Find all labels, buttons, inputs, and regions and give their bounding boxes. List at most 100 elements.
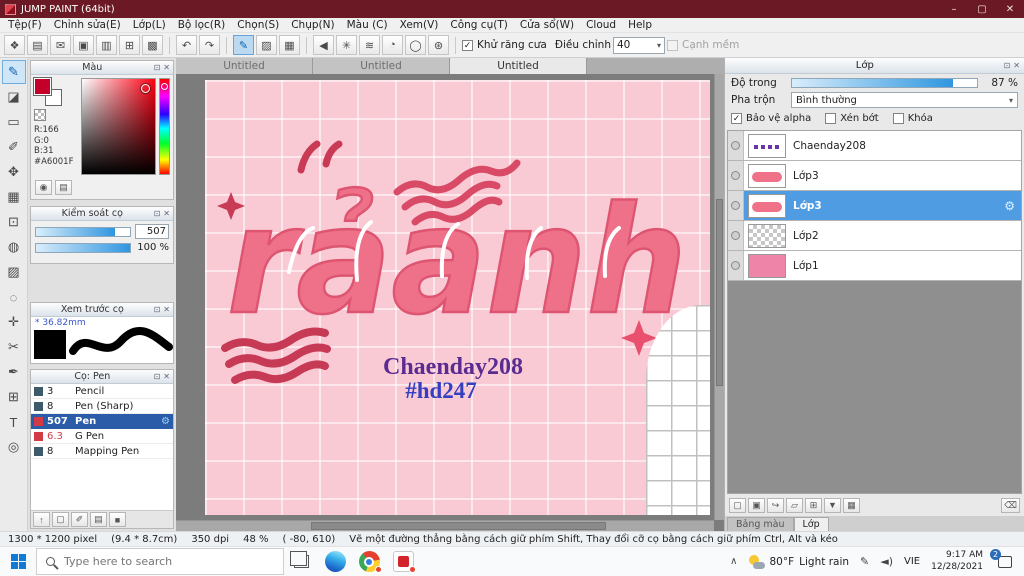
Lớp1[interactable]: Lớp1 [728,251,1021,281]
arrow-shape-icon[interactable]: ◀ [313,35,334,55]
vertical-scrollbar[interactable] [714,74,724,520]
task-view-button[interactable] [284,547,318,576]
canvas-tab[interactable]: Untitled [176,58,313,74]
detach-panel-icon[interactable]: ⊡ [154,63,161,72]
gradient-tool[interactable]: ▨ [2,260,26,284]
hue-marker[interactable] [161,83,168,90]
detach-panel-icon[interactable]: ⊡ [1004,61,1011,70]
grid-edit-icon[interactable]: ⊞ [119,35,140,55]
add-brush-icon[interactable]: ▢ [52,512,69,527]
search-box[interactable] [36,548,284,575]
menu-item[interactable]: Chọn(S) [231,19,285,31]
material-icon[interactable]: ▩ [142,35,163,55]
canvas-page[interactable]: rảanh Chaenday208 #hd247 [205,80,710,515]
menu-item[interactable]: Chụp(N) [285,19,340,31]
volume-icon[interactable]: ◄) [880,555,893,568]
wand-tool[interactable]: ✛ [2,310,26,334]
new-layer-icon[interactable]: ▢ [729,497,746,513]
menu-item[interactable]: Tệp(F) [2,19,48,31]
close-panel-icon[interactable]: ✕ [1013,61,1020,70]
text-tool[interactable]: T [2,410,26,434]
weather-widget[interactable]: 80°F Light rain [748,554,849,569]
transfer-layer-icon[interactable]: ↪ [767,497,784,513]
Chaenday208[interactable]: Chaenday208 [728,131,1021,161]
select-tool[interactable]: ▦ [2,185,26,209]
close-button[interactable]: ✕ [996,0,1024,18]
delete-layer-icon[interactable]: ⌫ [1001,497,1020,513]
eraser-tool[interactable]: ◪ [2,85,26,109]
wave-shape-icon[interactable]: ≋ [359,35,380,55]
layer-visibility-icon[interactable] [728,191,744,220]
brush-menu-icon[interactable]: ▤ [90,512,107,527]
canvas-tab[interactable]: Untitled [450,58,587,74]
zoom-tool[interactable]: ◎ [2,435,26,459]
layer-visibility-icon[interactable] [728,251,744,280]
layer-option-checkbox[interactable]: ✓ Bảo vệ alpha [731,113,811,124]
menu-item[interactable]: Cloud [580,19,622,31]
notification-button[interactable]: 2 [990,548,1016,571]
brush-size-value[interactable]: 507 [135,224,169,239]
Pen (Sharp)[interactable]: 8 Pen (Sharp) [31,399,173,414]
shape-brush-tool[interactable]: ▭ [2,110,26,134]
G Pen[interactable]: 6.3 G Pen [31,429,173,444]
scrollbar-thumb[interactable] [716,198,723,387]
Lớp3[interactable]: Lớp3 [728,161,1021,191]
menu-item[interactable]: Help [622,19,658,31]
horizontal-scrollbar[interactable] [176,520,714,531]
transparent-swatch[interactable] [34,109,46,121]
Mapping Pen[interactable]: 8 Mapping Pen [31,444,173,459]
jumppaint-button[interactable] [386,547,420,576]
brush-size-slider[interactable] [35,226,131,237]
saturation-picker[interactable] [81,78,156,175]
flatten-icon[interactable]: ▦ [843,497,860,513]
detach-panel-icon[interactable]: ⊡ [154,372,161,381]
layer-opacity-slider[interactable] [791,78,978,88]
foreground-color-swatch[interactable] [33,77,52,96]
pages-icon[interactable]: ▥ [96,35,117,55]
close-panel-icon[interactable]: ✕ [163,63,170,72]
halftone-stroke-icon[interactable]: ▦ [279,35,300,55]
move-tool[interactable]: ✥ [2,160,26,184]
brush-opacity-slider[interactable] [35,242,131,253]
color-picker-marker[interactable] [141,84,150,93]
duplicate-layer-icon[interactable]: ▣ [748,497,765,513]
pen-tool[interactable]: ✎ [1,60,26,84]
gradient-stroke-icon[interactable]: ▨ [256,35,277,55]
menu-item[interactable]: Chỉnh sửa(E) [48,19,127,31]
start-button[interactable] [0,547,36,576]
canvas-tab[interactable]: Untitled [313,58,450,74]
transform-icon[interactable]: ❖ [4,35,25,55]
hidden-icons-button[interactable]: ∧ [730,556,737,567]
soft-edge-checkbox[interactable]: Cạnh mềm [666,39,739,51]
hue-slider[interactable] [159,78,170,175]
menu-item[interactable]: Lớp(L) [127,19,172,31]
chrome-button[interactable] [352,547,386,576]
fg-bg-swatches[interactable] [33,77,62,106]
layer-option-checkbox[interactable]: Khóa [892,113,933,124]
color-sliders-icon[interactable]: ▤ [55,180,72,195]
layer-visibility-icon[interactable] [728,221,744,250]
undo-button[interactable]: ↶ [176,35,197,55]
comment-icon[interactable]: ✉ [50,35,71,55]
edge-button[interactable] [318,547,352,576]
layer-visibility-icon[interactable] [728,131,744,160]
layer-folder-icon[interactable]: ▱ [786,497,803,513]
edit-brush-icon[interactable]: ✐ [71,512,88,527]
close-panel-icon[interactable]: ✕ [163,372,170,381]
pen-stroke-icon[interactable]: ✎ [233,35,254,55]
layer-option-checkbox[interactable]: Xén bớt [825,113,879,124]
burst-shape-icon[interactable]: ⊛ [428,35,449,55]
brush-settings-icon[interactable]: ⚙ [161,416,170,427]
circle-shape-icon[interactable]: ◯ [405,35,426,55]
close-panel-icon[interactable]: ✕ [163,305,170,314]
search-input[interactable] [62,554,274,569]
fill-tool[interactable]: ◍ [2,235,26,259]
language-indicator[interactable]: VIE [904,556,920,567]
layer-settings-icon[interactable]: ⚙ [1004,199,1015,213]
menu-item[interactable]: Bộ lọc(R) [172,19,232,31]
layer-visibility-icon[interactable] [728,161,744,190]
select-pen-tool[interactable]: ⊡ [2,210,26,234]
brush-swatch-icon[interactable]: ■ [109,512,126,527]
blend-mode-select[interactable]: Bình thường ▾ [791,92,1018,108]
lasso-tool[interactable]: ◌ [2,285,26,309]
